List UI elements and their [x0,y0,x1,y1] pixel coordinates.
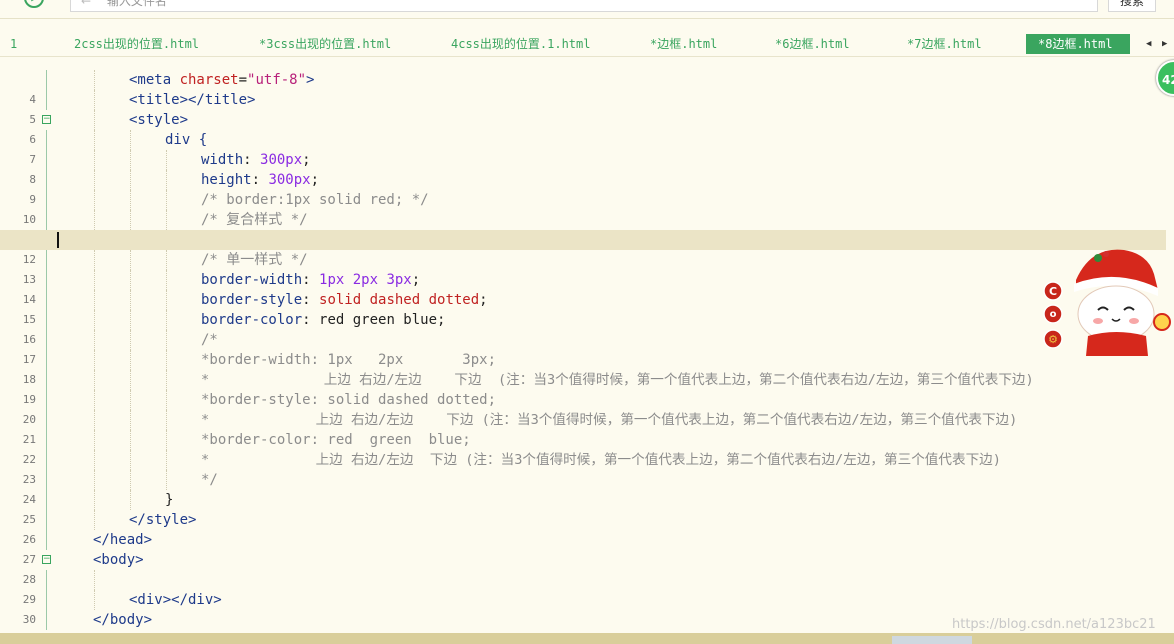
code-line: 27 </head> [0,530,1166,566]
code-line: 22 *border-color: red green blue; [0,430,1166,466]
code-comment: /* 复合样式 */ [201,212,308,228]
code-text: border-style: solid dashed dotted; [201,292,488,308]
code-text: </head> [93,532,153,548]
code-line: 23 * 上边 右边/左边 下边 (注：当3个值得时候，第一个值代表上边，第二个… [0,450,1166,486]
code-line: 10 /* border:1px solid red; */ [0,190,1166,226]
code-line: 17 /* [0,330,1166,366]
code-editor[interactable]: 4 <meta charset="utf-8"> 5 <title></titl… [0,69,1174,633]
code-line: 15 border-style: solid dashed dotted; [0,290,1166,326]
tab-8-border-active[interactable]: *8边框.html [1026,34,1130,54]
code-comment: *border-width: 1px 2px 3px; [201,352,497,368]
tab-3css[interactable]: *3css出现的位置.html [259,34,391,54]
bottom-scrollbar[interactable] [0,633,1174,644]
fold-toggle-icon[interactable]: − [42,555,51,564]
code-line: 21 * 上边 右边/左边 下边 (注：当3个值得时候，第一个值代表上边，第二个… [0,410,1166,446]
code-text: border-width: 1px 2px 3px; [201,272,421,288]
text-cursor [57,232,59,248]
code-line: 6 − <style> [0,110,1166,146]
tab-7-border[interactable]: *7边框.html [907,34,982,54]
code-text: </body> [93,612,153,628]
code-text: <style> [129,112,189,128]
code-text: width: 300px; [201,152,311,168]
taskbar-icons [892,636,972,644]
code-line: 18 *border-width: 1px 2px 3px; [0,350,1166,386]
code-text: div { [165,132,208,148]
run-button[interactable]: ▶ [24,0,44,8]
tab-divider [0,56,1174,57]
code-comment: *border-style: solid dashed dotted; [201,392,497,408]
code-line: 5 <title></title> [0,90,1166,126]
search-input[interactable]: ← 输入文件名 [70,0,1098,12]
code-line: 25 } [0,490,1166,526]
svg-text:⚙: ⚙ [1048,333,1058,346]
code-line: 19 * 上边 右边/左边 下边 (注：当3个值得时候，第一个值代表上边，第二个… [0,370,1166,406]
tab-border[interactable]: *边框.html [650,34,717,54]
code-text: <div></div> [129,592,222,608]
top-toolbar: ▶ ← 输入文件名 搜索 [0,0,1174,19]
code-line: 28 − <body> [0,550,1166,586]
tab-scroll-left-icon[interactable]: ◀ [1146,34,1151,54]
back-arrow-icon: ← [81,0,92,8]
mascot-c-letter: C [1049,285,1057,298]
code-line: 14 border-width: 1px 2px 3px; [0,270,1166,306]
code-comment: *border-color: red green blue; [201,432,471,448]
code-comment: * 上边 右边/左边 下边 (注：当3个值得时候，第一个值代表上边，第二个值代表… [201,412,1018,428]
tab-6-border[interactable]: *6边框.html [775,34,850,54]
search-placeholder: 输入文件名 [106,0,167,8]
search-button[interactable]: 搜索 [1108,0,1156,12]
code-line: 11 /* 复合样式 */ [0,210,1166,246]
code-comment: /* [201,332,218,348]
mascot-image[interactable]: C o ⚙ [1036,244,1174,356]
code-comment: * 上边 右边/左边 下边 (注：当3个值得时候，第一个值代表上边，第二个值代表… [201,452,1001,468]
code-comment: */ [201,472,218,488]
code-comment: * 上边 右边/左边 下边 (注：当3个值得时候，第一个值代表上边，第二个值代表… [201,372,1034,388]
code-line: 13 /* 单一样式 */ [0,250,1166,286]
watermark: https://blog.csdn.net/a123bc21 [952,617,1156,632]
tab-scroll-right-icon[interactable]: ▶ [1162,34,1167,54]
tab-bar: 1 2css出现的位置.html *3css出现的位置.html 4css出现的… [0,34,1174,54]
code-text: <title></title> [129,92,256,108]
tab-1[interactable]: 1 [10,34,17,54]
code-line: 30 <div></div> [0,590,1166,626]
code-comment: /* border:1px solid red; */ [201,192,429,208]
code-comment: /* 单一样式 */ [201,252,308,268]
code-line: 9 height: 300px; [0,170,1166,206]
code-line: 26 </style> [0,510,1166,546]
mascot-o-letter: o [1050,309,1057,320]
code-line: 20 *border-style: solid dashed dotted; [0,390,1166,426]
code-line: 8 width: 300px; [0,150,1166,186]
fold-toggle-icon[interactable]: − [42,115,51,124]
tab-2css[interactable]: 2css出现的位置.html [74,34,199,54]
tab-4css[interactable]: 4css出现的位置.1.html [451,34,590,54]
code-line: 29 [0,570,1166,606]
code-text: } [165,492,174,508]
code-line: 24 */ [0,470,1166,506]
code-text: <body> [93,552,144,568]
code-text: <meta charset="utf-8"> [129,72,315,88]
code-line: 16 border-color: red green blue; [0,310,1166,346]
code-text: </style> [129,512,197,528]
code-line: 7 div { [0,130,1166,166]
code-line-current: 12 [0,230,1166,266]
code-text: height: 300px; [201,172,320,188]
code-text: border-color: red green blue; [201,312,446,328]
code-line: 4 <meta charset="utf-8"> [0,70,1166,106]
